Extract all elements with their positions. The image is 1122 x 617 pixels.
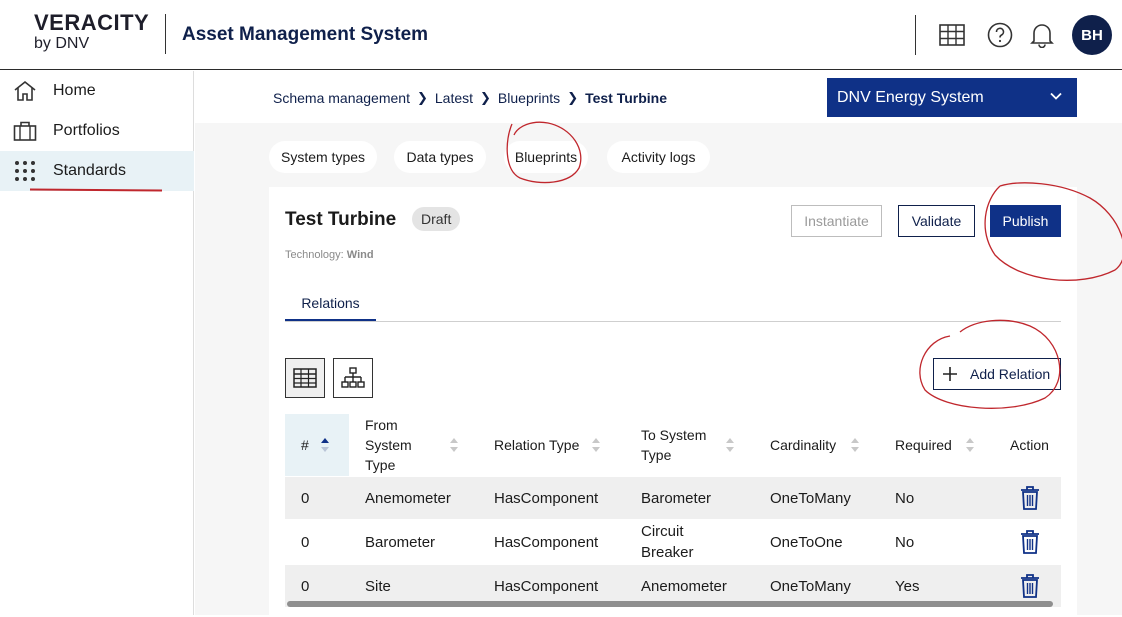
cell-index: 0: [301, 533, 310, 551]
trash-icon[interactable]: [1019, 529, 1041, 555]
apps-grid-icon[interactable]: [937, 20, 967, 50]
add-relation-button[interactable]: Add Relation: [933, 358, 1061, 390]
technology-info: Technology: Wind: [285, 249, 374, 261]
app-title: Asset Management System: [182, 24, 429, 45]
plus-icon: [943, 367, 957, 381]
cell-index: 0: [301, 489, 310, 507]
column-header-to[interactable]: To System Type: [641, 414, 741, 476]
cell-cardinality: OneToMany: [770, 489, 851, 507]
cell-required: No: [895, 533, 915, 551]
sidebar-item-home[interactable]: Home: [0, 71, 194, 111]
sort-icon: [851, 438, 859, 452]
cell-relation: HasComponent: [494, 533, 599, 551]
sort-icon: [592, 438, 600, 452]
add-relation-label: Add Relation: [970, 366, 1051, 382]
table-icon: [293, 368, 317, 388]
tab-blueprints[interactable]: Blueprints: [504, 141, 588, 173]
system-select-value: DNV Energy System: [837, 88, 984, 106]
logo-text: VERACITY: [34, 10, 150, 35]
blueprint-card: Test Turbine Draft Technology: Wind Inst…: [269, 187, 1077, 617]
breadcrumb-bar: Schema management ❯ Latest ❯ Blueprints …: [195, 71, 1122, 123]
sidebar-item-label: Portfolios: [53, 122, 120, 139]
tab-data-types[interactable]: Data types: [394, 141, 486, 173]
cell-cardinality: OneToOne: [770, 533, 843, 551]
cell-to: Circuit Breaker: [641, 523, 694, 561]
header-divider: [165, 14, 166, 54]
tab-activity-logs[interactable]: Activity logs: [607, 141, 710, 173]
publish-button[interactable]: Publish: [990, 205, 1061, 237]
breadcrumb: Schema management ❯ Latest ❯ Blueprints …: [273, 90, 667, 106]
column-header-index[interactable]: #: [285, 414, 349, 476]
hierarchy-view-button[interactable]: [333, 358, 373, 398]
main-content: Schema management ❯ Latest ❯ Blueprints …: [195, 71, 1122, 617]
table-row[interactable]: 0 Barometer HasComponent Circuit Breaker…: [285, 519, 1061, 565]
sort-icon: [450, 438, 458, 452]
system-select[interactable]: DNV Energy System: [827, 78, 1077, 117]
breadcrumb-link[interactable]: Latest: [435, 90, 473, 106]
table-row[interactable]: 0 Anemometer HasComponent Barometer OneT…: [285, 477, 1061, 519]
sidebar-item-label: Standards: [53, 162, 126, 179]
cell-required: No: [895, 489, 915, 507]
chevron-right-icon: ❯: [567, 90, 579, 105]
breadcrumb-current: Test Turbine: [585, 90, 668, 106]
user-avatar[interactable]: BH: [1072, 15, 1112, 55]
top-bar: VERACITY by DNV Asset Management System …: [0, 0, 1122, 70]
hierarchy-icon: [341, 367, 365, 388]
cell-from: Anemometer: [365, 489, 451, 507]
cell-relation: HasComponent: [494, 489, 599, 507]
tab-system-types[interactable]: System types: [269, 141, 377, 173]
blueprint-title: Test Turbine: [285, 209, 397, 230]
tab-relations[interactable]: Relations: [285, 295, 376, 311]
breadcrumb-link[interactable]: Schema management: [273, 90, 410, 106]
cell-to: Barometer: [641, 489, 712, 507]
dots-grid-icon: [12, 158, 38, 184]
help-icon[interactable]: [985, 20, 1015, 50]
status-badge: Draft: [412, 207, 461, 231]
sort-icon: [966, 438, 974, 452]
sidebar-item-label: Home: [53, 82, 96, 99]
chevron-down-icon: [1049, 89, 1063, 108]
validate-button[interactable]: Validate: [898, 205, 975, 237]
sidebar: Home Portfolios Standards: [0, 71, 194, 615]
sort-ascending-icon: [321, 438, 329, 452]
logo-subtext: by DNV: [34, 35, 90, 52]
horizontal-scrollbar[interactable]: [287, 601, 1053, 607]
table-header: # From System Type Relation Type To Syst…: [285, 414, 1061, 476]
column-header-from[interactable]: From System Type: [365, 414, 458, 476]
chevron-right-icon: ❯: [480, 90, 491, 105]
breadcrumb-link[interactable]: Blueprints: [498, 90, 560, 106]
technology-label: Technology:: [285, 249, 344, 261]
tab-divider: [285, 321, 1061, 322]
trash-icon[interactable]: [1019, 485, 1041, 511]
bell-icon[interactable]: [1027, 20, 1057, 50]
instantiate-button[interactable]: Instantiate: [791, 205, 882, 237]
technology-value: Wind: [346, 249, 374, 261]
column-header-relation[interactable]: Relation Type: [494, 414, 614, 476]
sidebar-item-portfolios[interactable]: Portfolios: [0, 111, 194, 151]
trash-icon[interactable]: [1019, 573, 1041, 599]
sort-icon: [726, 438, 734, 452]
cell-from: Barometer: [365, 533, 436, 551]
briefcase-icon: [12, 118, 38, 144]
header-divider-right: [915, 15, 916, 55]
chevron-right-icon: ❯: [416, 90, 428, 105]
column-header-cardinality[interactable]: Cardinality: [770, 414, 870, 476]
veracity-logo[interactable]: VERACITY by DNV: [34, 12, 149, 52]
annotation-underline: [29, 188, 163, 192]
table-view-button[interactable]: [285, 358, 325, 398]
column-header-required[interactable]: Required: [895, 414, 985, 476]
column-header-action: Action: [1010, 437, 1049, 453]
home-icon: [12, 78, 38, 104]
sidebar-item-standards[interactable]: Standards: [0, 151, 194, 191]
